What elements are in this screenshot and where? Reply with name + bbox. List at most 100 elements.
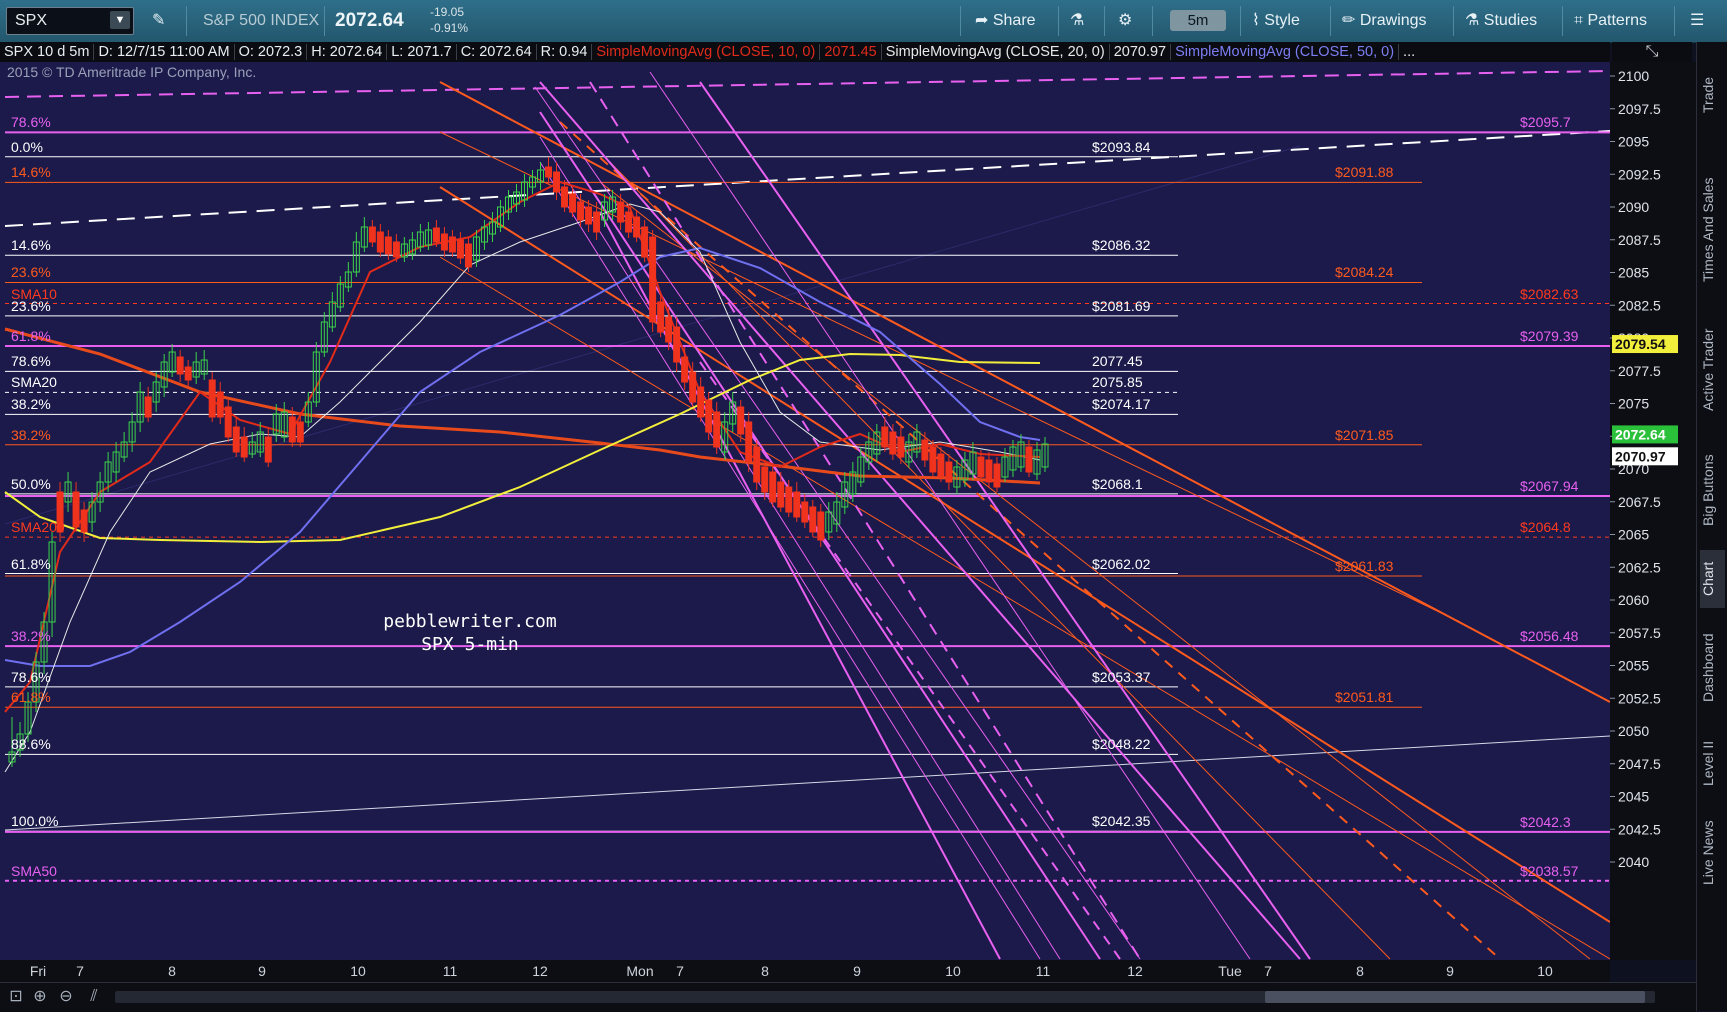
- candle-body: [889, 431, 897, 455]
- candle-body: [80, 509, 88, 533]
- price-tick-label: 2052.5: [1618, 690, 1661, 706]
- flask-icon[interactable]: ⚗: [1070, 0, 1084, 42]
- price-tick-label: 2095: [1618, 134, 1649, 150]
- divider: [1562, 6, 1563, 36]
- scrollbar-thumb[interactable]: [1265, 991, 1645, 1003]
- gear-icon[interactable]: ⚙: [1118, 0, 1132, 42]
- link-icon[interactable]: ✎: [152, 0, 165, 42]
- price-tick-label: 2057.5: [1618, 625, 1661, 641]
- candle-body: [288, 416, 296, 443]
- divider: [1453, 6, 1454, 36]
- candle-body: [801, 501, 809, 523]
- drawing-tool-icon[interactable]: ⫽: [84, 986, 104, 1008]
- divider: [1674, 6, 1675, 36]
- sma20-value: 2070.97: [1109, 44, 1172, 60]
- level-right-label: $2067.94: [1520, 477, 1579, 494]
- level-right-label: $2042.3: [1520, 813, 1571, 830]
- share-button[interactable]: ➦ Share: [975, 0, 1036, 42]
- studies-label: Studies: [1483, 12, 1538, 29]
- patterns-button[interactable]: ⌗ Patterns: [1574, 0, 1647, 42]
- level-left-label: 38.2%: [11, 628, 51, 645]
- candle-body: [240, 436, 248, 458]
- divider: [960, 6, 961, 36]
- price-axis[interactable]: 2100 2097.5 2095 2092.5 2090 2087.5 2085 2082.5…: [1610, 62, 1696, 960]
- sma20-label[interactable]: SimpleMovingAvg (CLOSE, 20, 0): [881, 44, 1110, 60]
- tab-trade[interactable]: Trade: [1700, 50, 1725, 140]
- candle-body: [224, 406, 232, 438]
- expand-icon[interactable]: ⤡: [1612, 42, 1692, 62]
- tab-live-news[interactable]: Live News: [1700, 808, 1725, 898]
- horizontal-scrollbar[interactable]: [115, 991, 1655, 1003]
- level-left-label: 88.6%: [11, 736, 51, 753]
- candle-body: [633, 216, 641, 238]
- candle-body: [921, 439, 929, 461]
- chart-title: SPX 10 d 5m: [0, 44, 95, 60]
- candle-body: [817, 511, 825, 541]
- candle-body: [977, 456, 985, 478]
- candle-body: [216, 391, 224, 418]
- pencil-icon: ✏: [1342, 12, 1356, 29]
- tab-big-buttons[interactable]: Big Buttons: [1700, 440, 1725, 540]
- studies-button[interactable]: ⚗ Studies: [1465, 0, 1537, 42]
- price-tick-label: 2062.5: [1618, 559, 1661, 575]
- drawings-button[interactable]: ✏ Drawings: [1342, 0, 1427, 42]
- sma50-line: [4, 246, 1041, 667]
- top-toolbar: SPX ▼ ✎ S&P 500 INDEX 2072.64 -19.05 -0.…: [0, 0, 1727, 43]
- bar-range: R: 0.94: [536, 44, 593, 60]
- candle-body: [208, 379, 216, 418]
- time-label: Mon: [626, 963, 653, 979]
- candle-body: [376, 231, 384, 253]
- copyright-text: 2015 © TD Ameritrade IP Company, Inc.: [7, 64, 257, 80]
- chart-area[interactable]: 2015 © TD Ameritrade IP Company, Inc. 78…: [0, 62, 1610, 960]
- level-left-label: 23.6%: [11, 264, 51, 281]
- style-label: Style: [1264, 12, 1300, 29]
- candle-body: [593, 211, 601, 233]
- candle-body: [577, 201, 585, 221]
- candle-body: [264, 436, 272, 463]
- level-right-label: $2081.69: [1092, 297, 1151, 314]
- level-left-label: 0.0%: [11, 138, 43, 155]
- chevron-down-icon[interactable]: ▼: [110, 11, 130, 29]
- channel-line: [539, 161, 1041, 960]
- candle-body: [464, 243, 472, 268]
- level-left-label: 50.0%: [11, 475, 51, 492]
- bar-low: L: 2071.7: [387, 44, 457, 60]
- tab-times-and-sales[interactable]: Times And Sales: [1700, 160, 1725, 300]
- style-button[interactable]: ⌇ Style: [1252, 0, 1300, 42]
- level-left-label: 78.6%: [11, 668, 51, 685]
- candle-body: [761, 466, 769, 493]
- candle-body: [368, 226, 376, 243]
- price-change: -19.05 -0.91%: [430, 4, 468, 36]
- tab-active-trader[interactable]: Active Trader: [1700, 310, 1725, 430]
- candle-body: [641, 226, 649, 258]
- level-right-label: 2075.85: [1092, 374, 1143, 391]
- time-label: 7: [676, 963, 684, 979]
- price-chart[interactable]: [0, 62, 1610, 960]
- tab-dashboard[interactable]: Dashboard: [1700, 618, 1725, 718]
- symbol-selector[interactable]: SPX ▼: [6, 7, 134, 35]
- menu-icon[interactable]: ☰: [1690, 0, 1704, 42]
- timeframe-selector[interactable]: 5m: [1170, 10, 1226, 31]
- yellow-ma-tag: 2079.54: [1615, 336, 1666, 352]
- candle-body: [937, 453, 945, 478]
- trendline-white-lower: [4, 735, 1610, 831]
- divider: [1058, 6, 1059, 36]
- candle-body: [689, 371, 697, 403]
- level-right-label: $2079.39: [1520, 327, 1579, 344]
- zoom-out-icon[interactable]: ⊖: [56, 986, 76, 1008]
- sma10-label[interactable]: SimpleMovingAvg (CLOSE, 10, 0): [592, 44, 821, 60]
- level-right-label: $2051.81: [1335, 689, 1394, 706]
- time-label: 10: [350, 963, 366, 979]
- tab-chart[interactable]: Chart: [1700, 550, 1725, 608]
- sma50-label[interactable]: SimpleMovingAvg (CLOSE, 50, 0): [1171, 44, 1400, 60]
- studies-icon: ⚗: [1465, 12, 1480, 29]
- candle-body: [448, 236, 456, 253]
- time-axis: Fri 7 8 9 10 11 12 Mon 7 8 9 10 11 12 Tue 7 8 9 10: [0, 960, 1610, 982]
- tab-level-ii[interactable]: Level II: [1700, 728, 1725, 798]
- zoom-in-icon[interactable]: ⊕: [30, 986, 50, 1008]
- chart-info-row: SPX 10 d 5m D: 12/7/15 11:00 AM O: 2072.3 H…: [0, 42, 1610, 62]
- zoom-fit-icon[interactable]: ⊡: [6, 986, 26, 1008]
- level-right-label: 2077.45: [1092, 353, 1143, 370]
- level-right-label: $2093.84: [1092, 138, 1151, 155]
- time-label: 9: [258, 963, 266, 979]
